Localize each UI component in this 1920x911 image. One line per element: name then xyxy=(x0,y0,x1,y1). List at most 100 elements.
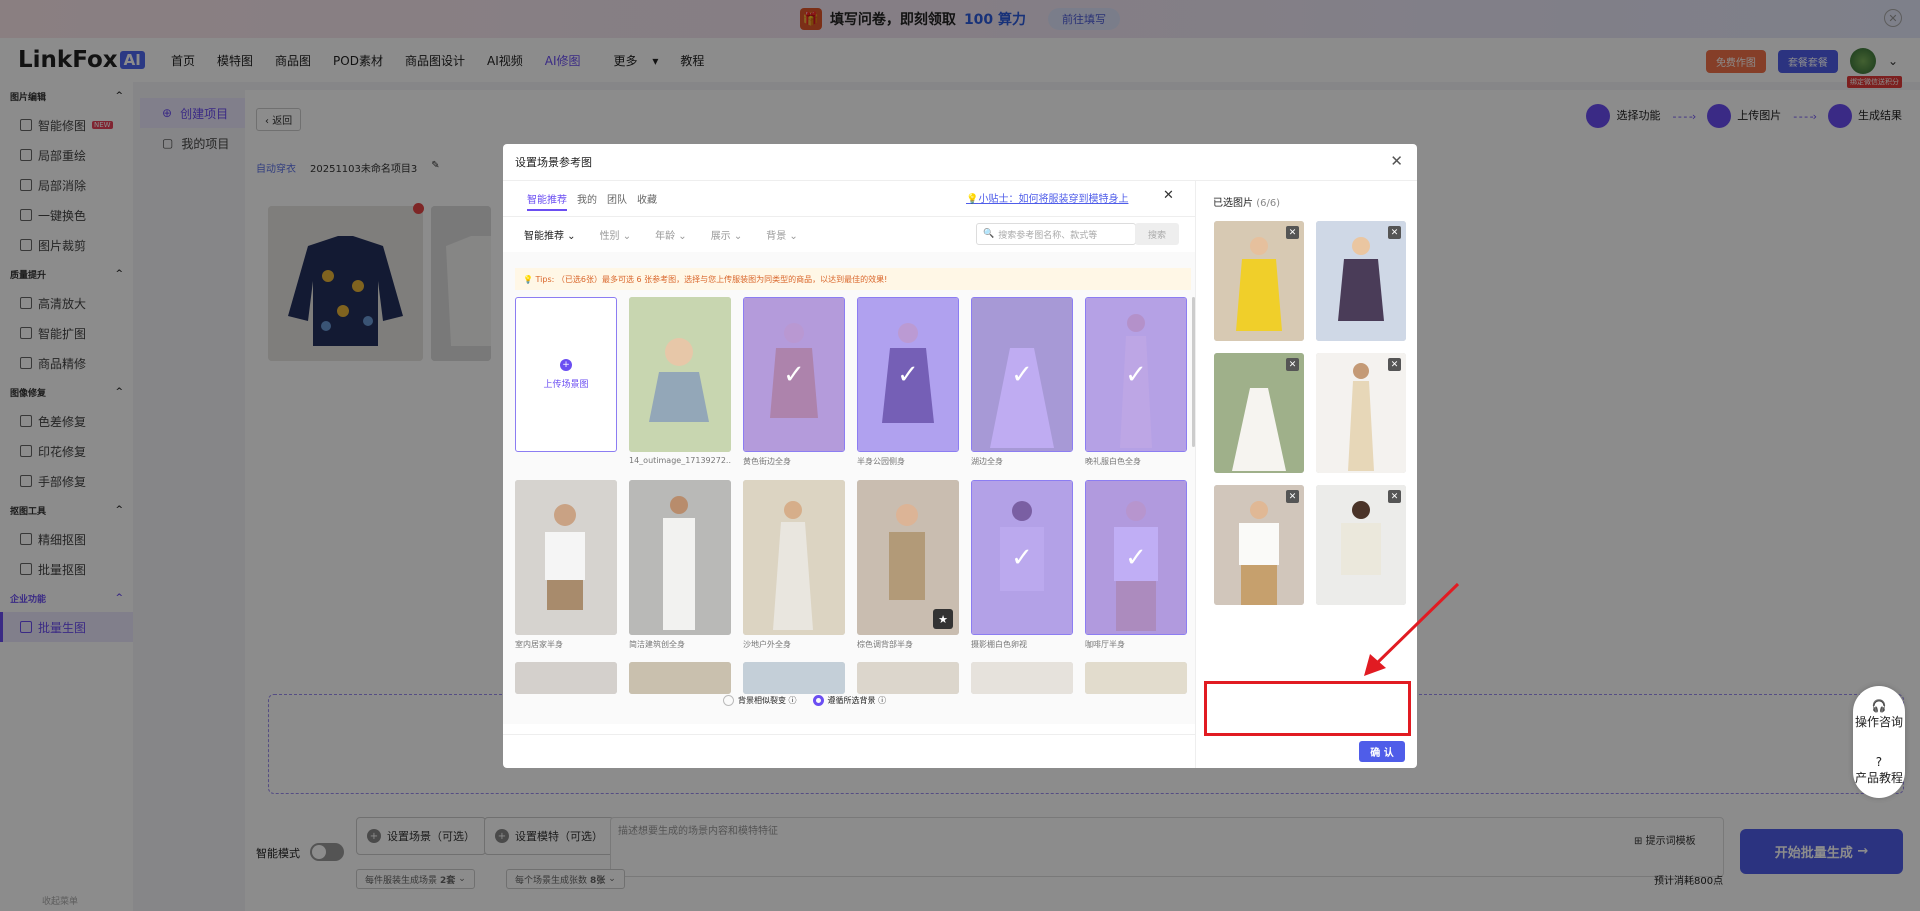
radio-icon xyxy=(812,695,824,706)
selected-title: 已选图片 (6/6) xyxy=(1213,194,1280,209)
divider xyxy=(503,216,1195,217)
plus-icon: + xyxy=(560,359,572,371)
filter-label: 背景 xyxy=(766,231,787,242)
divider xyxy=(503,734,1195,735)
scene-card[interactable]: ✓ xyxy=(743,297,845,452)
highlight-box xyxy=(1204,681,1411,736)
thumb-image xyxy=(1214,221,1304,341)
search-input[interactable]: 🔍 搜索参考图名称、款式等 xyxy=(976,223,1136,245)
scene-image xyxy=(971,662,1073,694)
scene-card[interactable]: ✓ xyxy=(1085,480,1187,635)
scene-caption: 湖边全身 xyxy=(971,457,1003,466)
confirm-button[interactable]: 确 认 xyxy=(1359,741,1405,762)
thumb-image xyxy=(1316,221,1406,341)
close-icon[interactable]: ✕ xyxy=(1163,188,1174,203)
scene-card[interactable] xyxy=(743,662,845,694)
scene-card[interactable] xyxy=(515,662,617,694)
modal-tabs: 智能推荐 我的 团队 收藏 xyxy=(527,191,657,211)
search-button[interactable]: 搜索 xyxy=(1135,223,1179,245)
help-widget: 🎧 操作咨询 ? 产品教程 xyxy=(1853,686,1905,798)
filter-label: 智能推荐 xyxy=(524,231,564,242)
check-icon: ✓ xyxy=(972,298,1072,451)
selected-count: (6/6) xyxy=(1256,198,1281,209)
help-icon[interactable]: ⓘ xyxy=(878,696,886,705)
scene-image xyxy=(629,480,731,635)
filter-label: 性别 xyxy=(599,231,620,242)
scene-card[interactable]: ✓ xyxy=(1085,297,1187,452)
tips-bar: 💡 Tips: （已选6张）最多可选 6 张参考图，选择与您上传服装图为同类型的… xyxy=(515,268,1191,290)
divider xyxy=(503,180,1417,181)
remove-icon[interactable]: ✕ xyxy=(1388,226,1401,239)
thumb-image xyxy=(1316,353,1406,473)
tab-favorites[interactable]: 收藏 xyxy=(637,191,657,211)
scene-modal: 设置场景参考图 ✕ 智能推荐 我的 团队 收藏 💡小贴士：如何将服装穿到模特身上… xyxy=(503,144,1417,768)
scene-card[interactable] xyxy=(629,297,731,452)
filter-gender[interactable]: 性别 ⌄ xyxy=(600,227,632,242)
radio-follow-bg[interactable]: 遵循所选背景 ⓘ xyxy=(812,695,886,706)
filter-label: 展示 xyxy=(710,231,731,242)
tab-team[interactable]: 团队 xyxy=(607,191,627,211)
consult-label: 操作咨询 xyxy=(1854,714,1903,729)
check-icon: ✓ xyxy=(1086,481,1186,634)
tips-link-label: 小贴士：如何将服装穿到模特身上 xyxy=(978,194,1129,205)
close-icon[interactable]: ✕ xyxy=(1390,152,1403,170)
remove-icon[interactable]: ✕ xyxy=(1286,490,1299,503)
thumb-image xyxy=(1214,353,1304,473)
tab-recommend[interactable]: 智能推荐 xyxy=(527,191,567,211)
scene-image xyxy=(629,297,731,452)
scene-caption: 半身公园侧身 xyxy=(857,457,905,466)
scene-card[interactable] xyxy=(515,480,617,635)
remove-icon[interactable]: ✕ xyxy=(1286,226,1299,239)
tips-link[interactable]: 💡小贴士：如何将服装穿到模特身上 xyxy=(966,190,1128,205)
star-icon[interactable]: ★ xyxy=(933,609,953,629)
scene-image xyxy=(1085,662,1187,694)
scene-card[interactable] xyxy=(1085,662,1187,694)
scene-card[interactable] xyxy=(629,480,731,635)
scene-caption: 咖啡厅半身 xyxy=(1085,640,1125,649)
selected-thumb[interactable]: ✕ xyxy=(1316,221,1406,341)
scene-card[interactable]: ★ xyxy=(857,480,959,635)
scrollbar[interactable] xyxy=(1192,297,1195,447)
scene-card[interactable] xyxy=(971,662,1073,694)
scene-caption: 14_outimage_17139272... xyxy=(629,456,731,465)
scene-caption: 摄影棚白色卵视 xyxy=(971,640,1027,649)
tutorial-button[interactable]: ? 产品教程 xyxy=(1855,755,1903,786)
scene-image xyxy=(629,662,731,694)
search-icon: 🔍 xyxy=(983,229,995,239)
scene-caption: 沙地户外全身 xyxy=(743,640,791,649)
radio-label: 背景相似裂变 xyxy=(738,696,786,705)
scene-image xyxy=(743,662,845,694)
arrow-annotation xyxy=(1364,582,1460,676)
filter-background[interactable]: 背景 ⌄ xyxy=(766,227,798,242)
scene-caption: 黄色街边全身 xyxy=(743,457,791,466)
scene-card[interactable] xyxy=(629,662,731,694)
divider xyxy=(1195,180,1196,768)
filter-recommend[interactable]: 智能推荐 ⌄ xyxy=(524,227,576,242)
remove-icon[interactable]: ✕ xyxy=(1286,358,1299,371)
selected-thumb[interactable]: ✕ xyxy=(1214,353,1304,473)
tab-mine[interactable]: 我的 xyxy=(577,191,597,211)
check-icon: ✓ xyxy=(1086,298,1186,451)
scene-caption: 简洁建筑创全身 xyxy=(629,640,685,649)
scene-caption: 棕色调背部半身 xyxy=(857,640,913,649)
thumb-image xyxy=(1214,485,1304,605)
selected-thumb[interactable]: ✕ xyxy=(1214,221,1304,341)
scene-card[interactable]: ✓ xyxy=(971,480,1073,635)
scene-card[interactable] xyxy=(857,662,959,694)
help-icon[interactable]: ⓘ xyxy=(789,696,797,705)
upload-scene-button[interactable]: + 上传场景图 xyxy=(515,297,617,452)
scene-card[interactable]: ✓ xyxy=(971,297,1073,452)
filter-display[interactable]: 展示 ⌄ xyxy=(711,227,743,242)
scene-card[interactable]: ✓ xyxy=(857,297,959,452)
scene-card[interactable] xyxy=(743,480,845,635)
selected-thumb[interactable]: ✕ xyxy=(1214,485,1304,605)
selected-thumb[interactable]: ✕ xyxy=(1316,353,1406,473)
remove-icon[interactable]: ✕ xyxy=(1388,490,1401,503)
check-icon: ✓ xyxy=(744,298,844,451)
consult-button[interactable]: 🎧 操作咨询 xyxy=(1855,699,1903,730)
remove-icon[interactable]: ✕ xyxy=(1388,358,1401,371)
filter-age[interactable]: 年龄 ⌄ xyxy=(655,227,687,242)
check-icon: ✓ xyxy=(858,298,958,451)
radio-similar-bg[interactable]: 背景相似裂变 ⓘ xyxy=(723,695,797,706)
radio-icon xyxy=(723,695,734,706)
